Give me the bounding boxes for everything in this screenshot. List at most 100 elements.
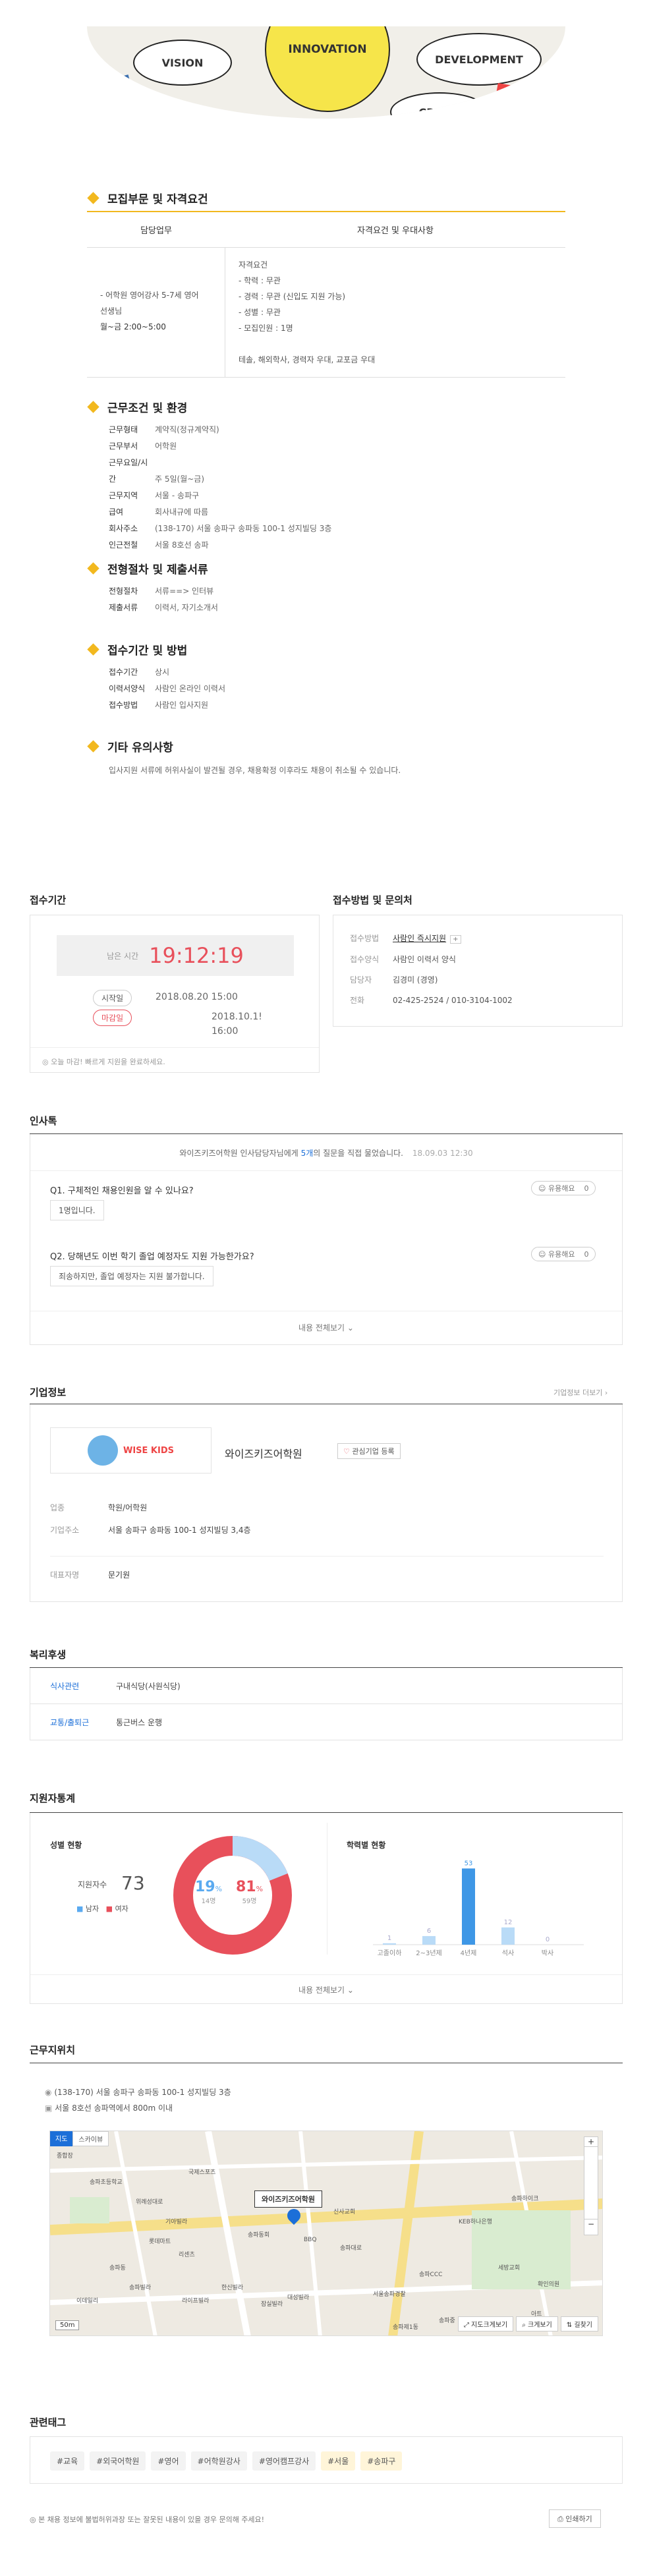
map-place-label: 리센츠	[179, 2252, 195, 2258]
tick-label: 박사	[542, 1949, 553, 1957]
useful-button[interactable]: ☺ 유용해요 0	[531, 1181, 596, 1195]
map-expand-button[interactable]: ⤢ 지도크게보기	[457, 2316, 514, 2332]
map-tab-sky[interactable]: 스카이뷰	[72, 2131, 109, 2146]
col-header: 자격요건 및 우대사항	[357, 226, 434, 236]
diamond-icon	[87, 740, 99, 753]
kv-row: 전형절차 서류==> 인터뷰	[109, 583, 218, 600]
data-label: 1	[387, 1935, 391, 1942]
kv-row: 제출서류 이력서, 자기소개서	[109, 600, 218, 616]
kv-value: 주 5일(월~금)	[155, 474, 205, 484]
kv-value: 서울 8호선 송파	[155, 540, 209, 550]
subway-icon: ▣	[45, 2104, 53, 2113]
globe-icon	[87, 1435, 118, 1466]
map-place-label: 송파하이크	[511, 2196, 539, 2202]
welfare-value: 통근버스 운행	[116, 1717, 163, 1727]
map-place-label: BBQ	[304, 2237, 317, 2243]
tag[interactable]: #외국어학원	[90, 2451, 146, 2471]
duty-line: - 어학원 영어강사 5-7세 영어	[100, 291, 199, 300]
talk-more-button[interactable]: 내용 전체보기 ⌄	[30, 1322, 622, 1333]
company-value: 서울 송파구 송파동 100-1 성지빌딩 3,4층	[108, 1526, 251, 1535]
diamond-icon	[87, 562, 99, 575]
male-pct: 19% 14명	[195, 1879, 223, 1905]
map-tab-map[interactable]: 지도	[50, 2131, 73, 2146]
welfare-row: 교통/출퇴근 통근버스 운행	[30, 1704, 623, 1740]
map[interactable]: 지도 스카이뷰 종합장 송파초등학교 위례성대로 국제스포츠 기아빌라 롯데마트 리센츠 송파…	[49, 2131, 603, 2336]
kv-row: 인근전철 서울 8호선 송파	[109, 537, 331, 554]
contact-label: 접수방법	[350, 934, 380, 943]
kv-row: 근무지역 서울 - 송파구	[109, 488, 331, 504]
map-route-button[interactable]: ⇅ 길찾기	[560, 2316, 598, 2332]
section-title: 근무조건 및 환경	[87, 399, 187, 415]
section-title: 접수기간 및 방법	[87, 641, 187, 658]
duty-line: 선생님	[100, 306, 123, 316]
map-place-label: 송파초등학교	[90, 2179, 123, 2186]
company-row: 업종 학원/어학원	[50, 1497, 251, 1519]
map-place-label: 송파동회	[248, 2232, 270, 2239]
tag[interactable]: #교육	[50, 2451, 85, 2471]
contact-row: 담당자 김경미 (경영)	[350, 970, 622, 990]
welfare-label: 교통/출퇴근	[50, 1717, 90, 1727]
qual-line	[239, 336, 565, 352]
diamond-icon	[87, 192, 99, 204]
map-zoom-button[interactable]: ⌕ 크게보기	[516, 2316, 558, 2332]
useful-label: 유용해요	[548, 1184, 575, 1193]
company-row: 기업주소 서울 송파구 송파동 100-1 성지빌딩 3,4층	[50, 1519, 251, 1541]
kv-label: 근무지역	[109, 491, 138, 500]
etc-text: 입사지원 서류에 허위사실이 발견될 경우, 채용확정 이후라도 채용이 취소될…	[109, 766, 401, 775]
tag[interactable]: #영어캠프강사	[252, 2451, 316, 2471]
vision-bubble: VISION	[133, 40, 232, 86]
diamond-icon	[87, 643, 99, 656]
smile-icon: ☺	[538, 1184, 548, 1193]
contact-value: 김경미 (경영)	[393, 975, 438, 985]
qual-line: - 학력 : 무관	[239, 276, 281, 285]
company-label: 업종	[50, 1503, 65, 1512]
period-title: 접수기간	[30, 894, 67, 906]
section-title: 전형절차 및 제출서류	[87, 560, 208, 577]
remain-label: 남은 시간	[107, 951, 139, 961]
kv-value: 사람인 입사지원	[155, 701, 209, 710]
company-value: 학원/어학원	[108, 1503, 148, 1512]
contact-row: 접수방법 사람인 즉시지원 +	[350, 929, 622, 950]
stats-more-button[interactable]: 내용 전체보기 ⌄	[30, 1984, 622, 1995]
location-info: ◉ (138-170) 서울 송파구 송파동 100-1 성지빌딩 3층 ▣ 서…	[45, 2088, 231, 2113]
map-place-label: 라이프빌라	[182, 2298, 210, 2304]
zoom-control[interactable]: + −	[584, 2136, 598, 2235]
useful-button[interactable]: ☺ 유용해요 0	[531, 1247, 596, 1261]
print-button[interactable]: ⎙ 인쇄하기	[549, 2509, 601, 2528]
tag[interactable]: #서울	[321, 2451, 356, 2471]
kv-row: 회사주소 (138-170) 서울 송파구 송파동 100-1 성지빌딩 3층	[109, 521, 331, 537]
contact-value[interactable]: 사람인 즉시지원	[393, 934, 446, 943]
contact-card: 접수방법 사람인 즉시지원 + 접수양식 사람인 이력서 양식 담당자 김경미 (경영) 전화…	[333, 915, 623, 1027]
kv-value: 서울 - 송파구	[155, 491, 200, 500]
location-title: 근무지위치	[30, 2044, 76, 2056]
work-conditions: 근무형태 계약직(정규계약직) 근무부서 어학원 근무요일/시간 주 5일(월~금) 근무지…	[109, 422, 331, 554]
add-icon[interactable]: +	[450, 935, 461, 944]
kv-value: 어학원	[155, 442, 177, 451]
kv-label: 근무형태	[109, 425, 138, 434]
bar	[383, 1943, 396, 1945]
tag[interactable]: #영어	[151, 2451, 186, 2471]
female-pct: 81% 59명	[236, 1879, 264, 1905]
legend: ■ 남자 ■ 여자	[76, 1904, 128, 1913]
tag[interactable]: #어학원강사	[190, 2451, 247, 2471]
kv-label: 전형절차	[109, 587, 138, 596]
applicants-count: 73	[121, 1872, 145, 1894]
kv-row: 근무형태 계약직(정규계약직)	[109, 422, 331, 438]
kv-label: 회사주소	[109, 524, 138, 533]
bar	[422, 1935, 436, 1945]
fav-company-button[interactable]: ♡ 관심기업 등록	[337, 1443, 401, 1459]
bar	[501, 1927, 515, 1945]
welfare-list: 식사관련 구내식당(사원식당) 교통/출퇴근 통근버스 운행	[30, 1668, 623, 1740]
ceo-label: 대표자명	[50, 1570, 80, 1580]
map-place-label: 송파CCC	[419, 2272, 443, 2278]
edu-title: 학력별 현황	[347, 1841, 386, 1850]
map-place-label: 이데일리	[76, 2298, 99, 2304]
map-place-label: 한신빌라	[221, 2285, 244, 2291]
company-more-link[interactable]: 기업정보 더보기 ›	[553, 1387, 608, 1398]
map-place-label: KEB하나은행	[459, 2219, 492, 2225]
map-place-label: 송파대로	[340, 2245, 362, 2252]
tag[interactable]: #송파구	[360, 2451, 403, 2471]
footer-note: ◎ 본 채용 정보에 불법허위과장 또는 잘못된 내용이 있을 경우 문의해 주…	[30, 2515, 265, 2524]
remain-box: 남은 시간 19:12:19	[57, 935, 294, 976]
stats-title: 지원자통계	[30, 1792, 76, 1804]
